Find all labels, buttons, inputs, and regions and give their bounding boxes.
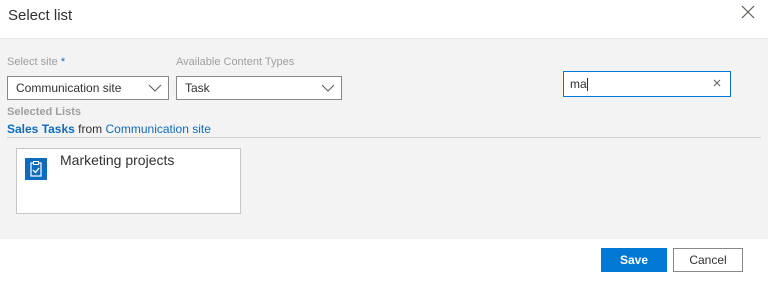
close-icon[interactable] [738,2,758,22]
select-site-label: Select site * [7,56,65,68]
content-type-dropdown[interactable]: Task [176,76,342,100]
search-input-value: ma [570,77,587,91]
site-dropdown[interactable]: Communication site [7,76,169,100]
required-marker: * [60,56,66,68]
dialog-title: Select list [8,7,73,24]
list-result-title: Marketing projects [60,152,175,168]
clear-search-icon[interactable] [710,76,724,90]
selected-lists-label: Selected Lists [7,106,81,118]
from-text: from [78,122,103,136]
chevron-down-icon [321,84,335,92]
search-input[interactable]: ma [563,71,731,97]
list-result-card[interactable]: Marketing projects [16,148,241,214]
task-list-icon [25,158,47,180]
dialog-header: Select list [0,0,768,38]
selected-list-line: Sales Tasks from Communication site [7,122,211,136]
selected-list-link[interactable]: Sales Tasks [7,122,75,136]
select-site-label-text: Select site [7,56,58,68]
site-dropdown-value: Communication site [16,81,122,95]
chevron-down-icon [148,84,162,92]
content-types-label: Available Content Types [176,56,295,68]
divider [7,137,761,138]
cancel-button[interactable]: Cancel [673,248,743,272]
save-button[interactable]: Save [601,248,667,272]
content-type-dropdown-value: Task [185,81,210,95]
selected-site-link[interactable]: Communication site [106,122,211,136]
